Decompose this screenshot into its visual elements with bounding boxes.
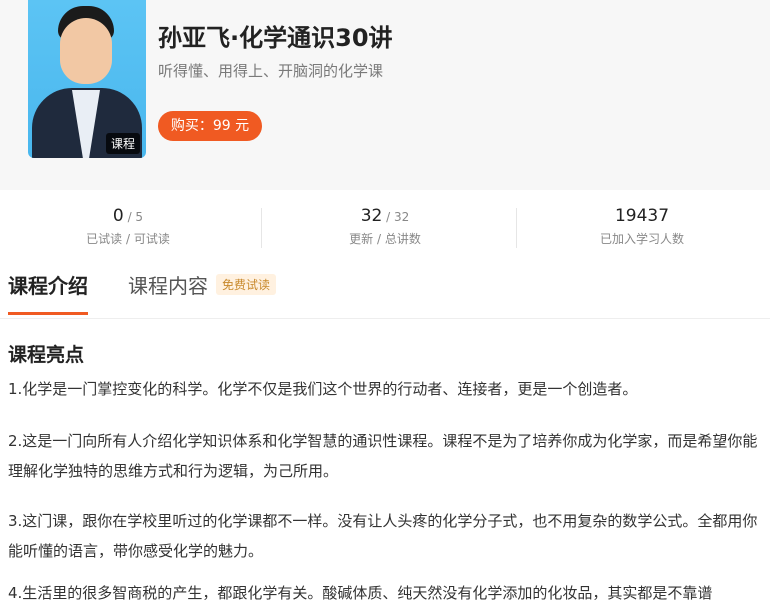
stat-value: 0 xyxy=(112,206,124,226)
stat-lectures: 32 / 32 更新 / 总讲数 xyxy=(257,198,513,254)
tab-intro[interactable]: 课程介绍 xyxy=(8,270,88,299)
stat-total: / 5 xyxy=(123,210,144,224)
stat-learners: 19437 已加入学习人数 xyxy=(514,198,770,254)
stat-value: 19437 xyxy=(614,206,670,226)
course-subtitle: 听得懂、用得上、开脑洞的化学课 xyxy=(158,62,384,80)
stat-value: 32 xyxy=(360,206,383,226)
buy-button[interactable]: 购买：99 元 xyxy=(158,111,262,141)
free-trial-badge: 免费试读 xyxy=(216,274,277,295)
stat-label: 已加入学习人数 xyxy=(599,232,684,246)
stat-trial: 0 / 5 已试读 / 可试读 xyxy=(0,198,256,254)
stat-label: 更新 / 总讲数 xyxy=(349,232,421,246)
stats-bar: 0 / 5 已试读 / 可试读 32 / 32 更新 / 总讲数 19437 已… xyxy=(0,198,770,254)
highlight-paragraph: 3.这门课，跟你在学校里听过的化学课都不一样。没有让人头疼的化学分子式，也不用复… xyxy=(8,512,758,560)
tab-content[interactable]: 课程内容 xyxy=(128,270,208,299)
course-title: 孙亚飞·化学通识30讲 xyxy=(158,24,393,52)
highlight-paragraph: 1.化学是一门掌控变化的科学。化学不仅是我们这个世界的行动者、连接者，更是一个创… xyxy=(8,380,638,398)
tab-bar: 课程介绍 课程内容 xyxy=(0,262,770,319)
cover-badge: 课程 xyxy=(105,133,140,154)
stat-label: 已试读 / 可试读 xyxy=(86,232,170,246)
highlight-paragraph: 4.生活里的很多智商税的产生，都跟化学有关。酸碱体质、纯天然没有化学添加的化妆品… xyxy=(8,584,713,602)
active-tab-indicator xyxy=(8,312,88,315)
stat-divider xyxy=(516,208,517,248)
section-title: 课程亮点 xyxy=(8,344,85,366)
stat-divider xyxy=(261,208,262,248)
stat-total: / 32 xyxy=(382,210,410,224)
highlight-paragraph: 2.这是一门向所有人介绍化学知识体系和化学智慧的通识性课程。课程不是为了培养你成… xyxy=(8,432,758,480)
course-header: 课程 孙亚飞·化学通识30讲 听得懂、用得上、开脑洞的化学课 购买：99 元 xyxy=(0,0,770,190)
course-cover-image[interactable]: 课程 xyxy=(28,0,146,158)
cover-face xyxy=(60,18,112,84)
